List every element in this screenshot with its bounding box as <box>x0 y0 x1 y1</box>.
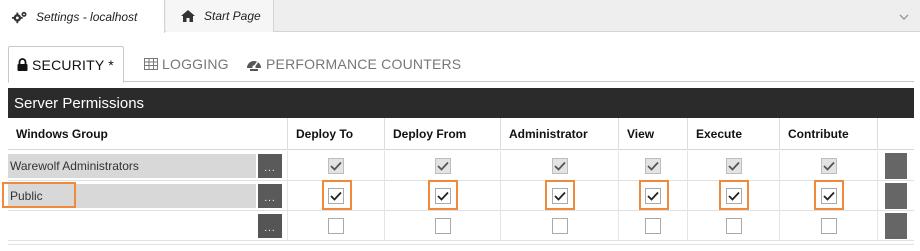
permission-cell-deploy-from <box>385 181 501 211</box>
checkbox-deploy-from <box>434 158 451 174</box>
column-header-execute[interactable]: Execute <box>688 118 780 150</box>
delete-row-button[interactable] <box>885 153 907 179</box>
home-icon <box>180 8 196 24</box>
checkbox-contribute[interactable] <box>820 188 837 204</box>
tab-logging[interactable]: LOGGING <box>144 46 229 82</box>
doc-tab-settings[interactable]: Settings - localhost <box>0 0 165 33</box>
row-action-cell <box>878 151 914 181</box>
grid-bottom-divider <box>8 244 914 245</box>
checkbox-execute[interactable] <box>725 188 742 204</box>
windows-group-input[interactable]: Public <box>8 184 256 208</box>
checkbox-deploy-from[interactable] <box>434 188 451 204</box>
checkbox-view <box>645 158 661 174</box>
row-action-cell <box>878 181 914 211</box>
tab-list-dropdown-icon[interactable] <box>898 12 910 22</box>
windows-group-input[interactable]: Warewolf Administrators <box>8 154 256 178</box>
windows-group-cell: ... <box>8 211 288 241</box>
doc-tab-settings-label: Settings - localhost <box>36 9 138 24</box>
checkbox-execute <box>725 158 742 174</box>
tab-performance-counters-label: PERFORMANCE COUNTERS <box>266 56 462 72</box>
checkbox-contribute[interactable] <box>820 218 837 234</box>
permission-cell-deploy-to <box>288 211 385 241</box>
permission-cell-execute <box>688 211 780 241</box>
tab-performance-counters[interactable]: PERFORMANCE COUNTERS <box>246 46 461 82</box>
delete-row-button[interactable] <box>885 213 907 239</box>
permission-cell-execute <box>688 181 780 211</box>
permission-cell-administrator <box>501 181 619 211</box>
document-tab-strip: Settings - localhost Start Page <box>0 0 920 33</box>
table-row: Public... <box>2 180 914 211</box>
pick-group-button[interactable]: ... <box>258 184 282 208</box>
permission-cell-contribute <box>780 211 878 241</box>
panel-title: Server Permissions <box>14 94 145 112</box>
checkbox-administrator[interactable] <box>551 188 568 204</box>
pick-group-button[interactable]: ... <box>258 214 282 238</box>
table-icon <box>144 58 158 70</box>
checkbox-execute[interactable] <box>725 218 742 234</box>
checkbox-deploy-to[interactable] <box>328 188 344 204</box>
doc-tab-start-page[interactable]: Start Page <box>166 0 274 32</box>
permission-cell-deploy-to <box>288 151 385 181</box>
column-header-administrator[interactable]: Administrator <box>501 118 619 150</box>
settings-gears-icon <box>12 9 28 25</box>
checkbox-view[interactable] <box>645 188 661 204</box>
column-header-windows-group[interactable]: Windows Group <box>8 118 288 150</box>
checkbox-administrator[interactable] <box>551 218 568 234</box>
windows-group-cell: Public... <box>8 181 288 211</box>
permission-cell-view <box>619 151 688 181</box>
windows-group-input[interactable] <box>8 214 256 238</box>
dashboard-icon <box>246 57 262 71</box>
checkbox-deploy-to <box>328 158 344 174</box>
column-header-contribute[interactable]: Contribute <box>780 118 878 150</box>
column-header-deploy-from[interactable]: Deploy From <box>385 118 501 150</box>
permission-cell-administrator <box>501 211 619 241</box>
doc-tab-start-page-label: Start Page <box>204 9 261 23</box>
permission-cell-administrator <box>501 151 619 181</box>
checkbox-contribute <box>820 158 837 174</box>
permission-cell-deploy-from <box>385 211 501 241</box>
pick-group-button[interactable]: ... <box>258 154 282 178</box>
column-header-actions <box>878 118 914 150</box>
checkbox-deploy-to[interactable] <box>328 218 344 234</box>
permission-cell-contribute <box>780 181 878 211</box>
lock-icon <box>17 58 28 71</box>
checkbox-administrator <box>551 158 568 174</box>
checkbox-view[interactable] <box>645 218 661 234</box>
permission-cell-deploy-from <box>385 151 501 181</box>
table-row: Warewolf Administrators... <box>8 151 914 181</box>
permission-cell-view <box>619 181 688 211</box>
column-header-deploy-to[interactable]: Deploy To <box>288 118 385 150</box>
tab-security-label: SECURITY * <box>32 56 114 73</box>
column-header-view[interactable]: View <box>619 118 688 150</box>
checkbox-deploy-from[interactable] <box>434 218 451 234</box>
table-row: ... <box>8 211 914 241</box>
permission-cell-contribute <box>780 151 878 181</box>
row-action-cell <box>878 211 914 241</box>
permission-cell-execute <box>688 151 780 181</box>
grid-header-row: Windows Group Deploy To Deploy From Admi… <box>8 118 914 150</box>
server-permissions-header: Server Permissions <box>8 88 914 118</box>
permission-cell-deploy-to <box>288 181 385 211</box>
delete-row-button[interactable] <box>885 183 907 209</box>
windows-group-cell: Warewolf Administrators... <box>8 151 288 181</box>
permission-cell-view <box>619 211 688 241</box>
settings-tabs: SECURITY * LOGGING PERFORMANCE COUNTERS <box>8 46 914 83</box>
tab-logging-label: LOGGING <box>162 56 229 72</box>
tab-security[interactable]: SECURITY * <box>8 46 124 83</box>
